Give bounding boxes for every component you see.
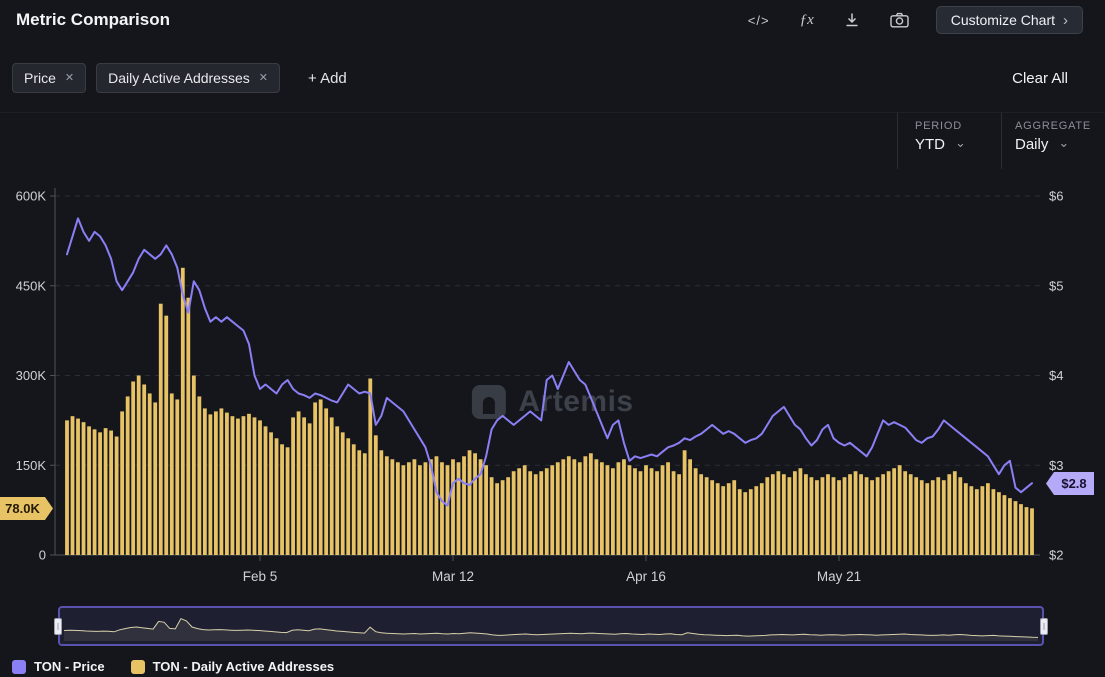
- download-icon[interactable]: [841, 10, 863, 30]
- comparison-chart-canvas: 0 $2 150K $3 300K $4 450K $5 600K $6 Feb 5 Mar 12 Ap…: [0, 0, 1105, 677]
- customize-chart-label: Customize Chart: [951, 12, 1055, 28]
- customize-chart-button[interactable]: Customize Chart ›: [936, 6, 1083, 34]
- svg-text:Feb 5: Feb 5: [243, 569, 278, 584]
- artemis-logo-icon: [471, 385, 505, 419]
- current-value-tag-price: $2.8: [1046, 472, 1094, 495]
- metric-comparison-app: Metric Comparison </> ƒx Customize Chart…: [0, 0, 1105, 677]
- metric-chips-row: Price ✕ Daily Active Addresses ✕ + Add C…: [12, 62, 1093, 94]
- metric-chip-price[interactable]: Price ✕: [12, 63, 86, 93]
- aggregate-label: AGGREGATE: [1015, 120, 1091, 132]
- metric-chip-daily-active-addresses[interactable]: Daily Active Addresses ✕: [96, 63, 280, 93]
- close-icon[interactable]: ✕: [259, 73, 268, 84]
- aggregate-dropdown[interactable]: AGGREGATE Daily ⌄: [1015, 120, 1091, 153]
- svg-text:450K: 450K: [16, 278, 47, 293]
- svg-text:$4: $4: [1049, 368, 1063, 383]
- chip-label: Daily Active Addresses: [108, 70, 250, 86]
- artemis-watermark: Artemis: [471, 385, 633, 419]
- header: Metric Comparison </> ƒx Customize Chart…: [0, 0, 1105, 40]
- chevron-right-icon: ›: [1063, 12, 1068, 29]
- price-swatch-icon: [12, 660, 26, 674]
- legend-label: TON - Price: [34, 659, 105, 674]
- chevron-down-icon: ⌄: [955, 135, 966, 151]
- brush-handle-left[interactable]: [54, 618, 62, 635]
- toolbar: </> ƒx Customize Chart ›: [745, 0, 1083, 40]
- legend-label: TON - Daily Active Addresses: [153, 659, 335, 674]
- legend-item-price[interactable]: TON - Price: [12, 659, 105, 674]
- chart-legend: TON - Price TON - Daily Active Addresses: [12, 659, 334, 674]
- brush-handle-right[interactable]: [1040, 618, 1048, 635]
- close-icon[interactable]: ✕: [65, 73, 74, 84]
- divider: [1001, 113, 1002, 169]
- svg-text:0: 0: [39, 548, 46, 563]
- svg-text:300K: 300K: [16, 368, 47, 383]
- period-dropdown[interactable]: PERIOD YTD ⌄: [915, 120, 966, 153]
- divider: [897, 113, 898, 169]
- svg-text:$3: $3: [1049, 458, 1063, 473]
- current-value-tag-addresses: 78.0K: [0, 497, 53, 520]
- svg-text:$6: $6: [1049, 189, 1063, 204]
- chevron-down-icon: ⌄: [1058, 135, 1069, 151]
- addresses-swatch-icon: [131, 660, 145, 674]
- svg-text:Apr 16: Apr 16: [626, 569, 666, 584]
- fx-icon[interactable]: ƒx: [797, 10, 817, 31]
- period-value: YTD: [915, 136, 945, 153]
- code-icon[interactable]: </>: [745, 11, 773, 30]
- time-range-brush[interactable]: [58, 606, 1044, 646]
- svg-text:150K: 150K: [16, 458, 47, 473]
- aggregate-value: Daily: [1015, 136, 1048, 153]
- watermark-text: Artemis: [518, 385, 633, 419]
- camera-icon[interactable]: [887, 10, 912, 30]
- add-metric-button[interactable]: + Add: [302, 69, 353, 88]
- legend-item-daily-active-addresses[interactable]: TON - Daily Active Addresses: [131, 659, 335, 674]
- chip-label: Price: [24, 70, 56, 86]
- period-label: PERIOD: [915, 120, 966, 132]
- page-title: Metric Comparison: [16, 0, 170, 40]
- svg-text:Mar 12: Mar 12: [432, 569, 474, 584]
- chart-controls-row: PERIOD YTD ⌄ AGGREGATE Daily ⌄: [0, 112, 1105, 168]
- clear-all-button[interactable]: Clear All: [1006, 69, 1074, 88]
- svg-text:600K: 600K: [16, 189, 47, 204]
- svg-text:$2: $2: [1049, 548, 1063, 563]
- svg-text:May 21: May 21: [817, 569, 861, 584]
- svg-text:$5: $5: [1049, 278, 1063, 293]
